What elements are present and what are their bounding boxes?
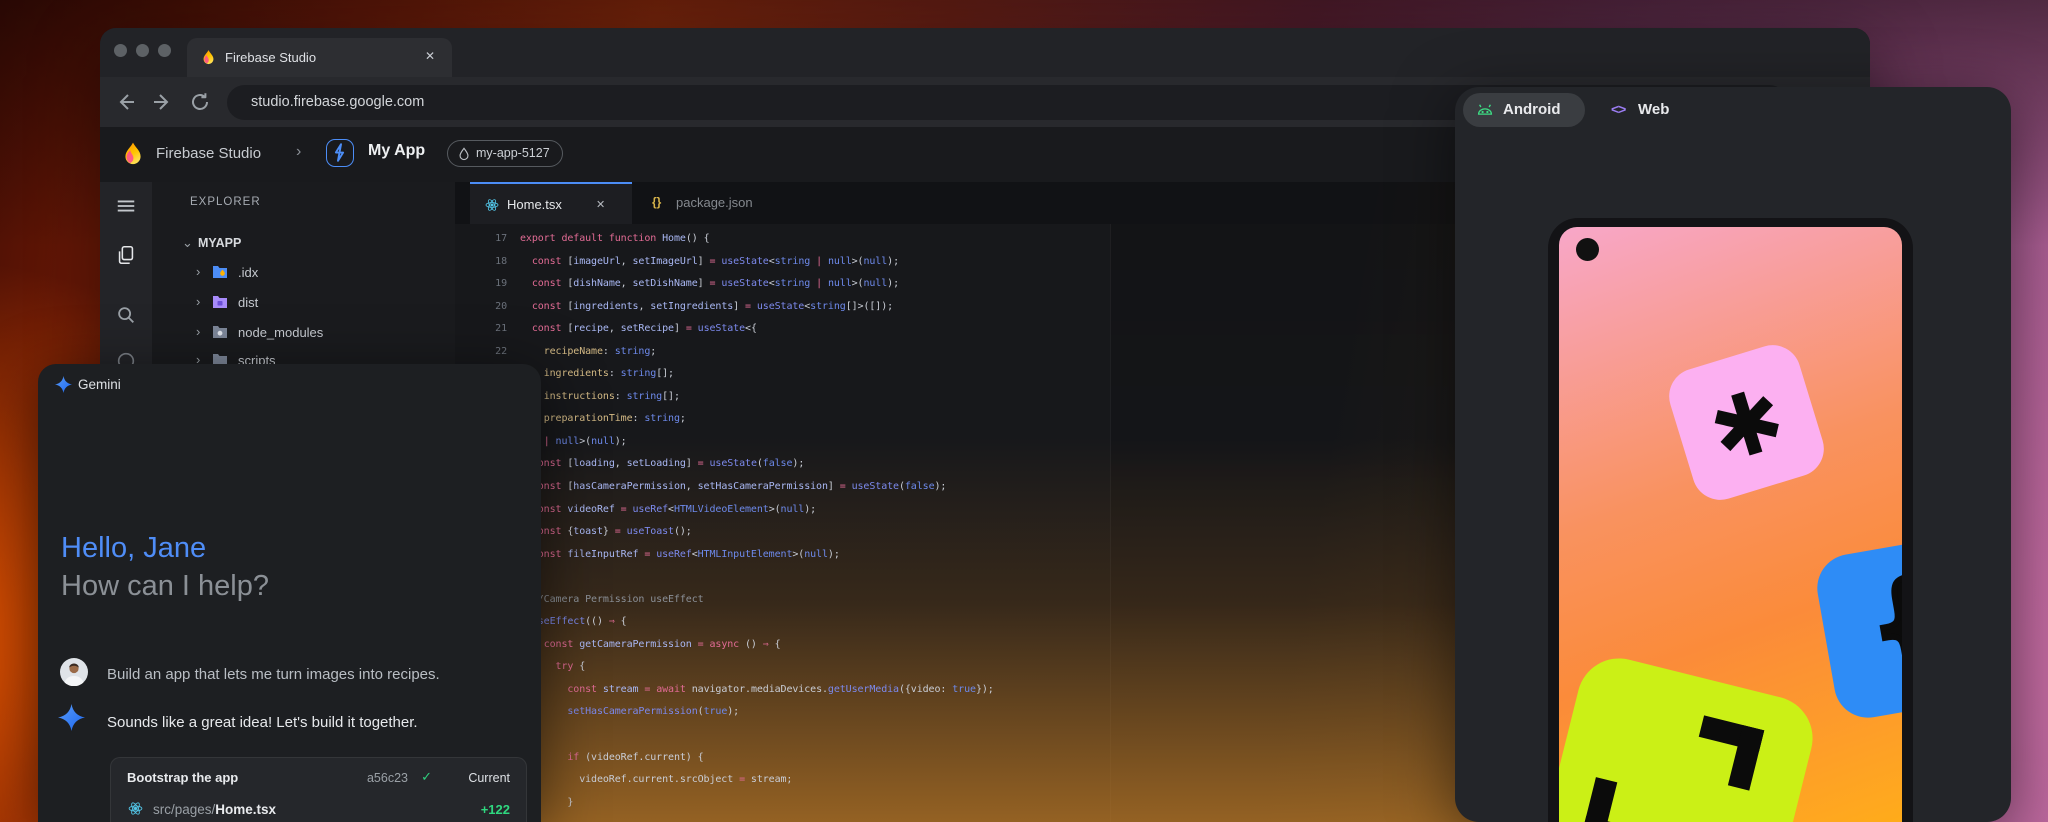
traffic-light-icon[interactable] (136, 44, 149, 57)
tab-label: Home.tsx (507, 197, 562, 212)
back-icon[interactable] (114, 90, 138, 114)
tree-item-label: dist (238, 295, 258, 310)
studio-brand[interactable]: Firebase Studio (156, 145, 261, 162)
asterisk-glyph: ✱ (1700, 374, 1794, 477)
chevron-right-icon: › (196, 264, 200, 279)
tab-home-tsx[interactable]: Home.tsx ✕ (470, 182, 632, 224)
menu-icon[interactable] (115, 195, 137, 217)
breadcrumb: › (296, 143, 301, 161)
brace-glyph: { (1864, 563, 1902, 685)
project-id: my-app-5127 (476, 146, 550, 160)
commit-hash: a56c23 (367, 771, 408, 785)
check-icon: ✓ (421, 769, 432, 785)
preview-panel: Android <> Web ✱ { (1455, 87, 2011, 822)
react-icon (127, 800, 144, 817)
camera-punch-hole (1576, 238, 1599, 261)
reload-icon[interactable] (188, 90, 212, 114)
bootstrap-card-title: Bootstrap the app (127, 770, 238, 785)
greeting-line1: Hello, Jane (61, 532, 206, 565)
chevron-right-icon: › (196, 324, 200, 339)
folder-dist-icon (212, 295, 228, 309)
user-message: Build an app that lets me turn images in… (107, 666, 440, 683)
pink-asterisk-tile: ✱ (1662, 338, 1831, 507)
phone-screen[interactable]: ✱ { (1559, 227, 1902, 822)
android-phone-frame: ✱ { (1548, 218, 1913, 822)
tree-root-myapp[interactable]: ⌄ MYAPP (152, 230, 455, 258)
url-text: studio.firebase.google.com (251, 94, 424, 110)
chevron-down-icon: ⌄ (182, 235, 193, 251)
screenshot-canvas: Firebase Studio ✕ studio.firebase.google… (0, 0, 2048, 822)
corner-bracket-icon (1581, 777, 1656, 822)
tab-close-icon[interactable]: ✕ (596, 198, 605, 211)
react-icon (484, 197, 500, 213)
browser-tab-title: Firebase Studio (225, 50, 316, 65)
browser-tab[interactable]: Firebase Studio ✕ (187, 38, 452, 77)
traffic-light-icon[interactable] (158, 44, 171, 57)
toggle-android[interactable]: Android (1463, 93, 1585, 127)
chevron-right-icon: › (196, 294, 200, 309)
bootstrap-card[interactable]: Bootstrap the app a56c23 ✓ Current src/p… (110, 757, 527, 822)
additions-count: +122 (481, 802, 510, 817)
forward-icon[interactable] (150, 90, 174, 114)
files-icon[interactable] (115, 244, 137, 266)
tree-item-node-modules[interactable]: › node_modules (152, 319, 455, 347)
tree-item-label: .idx (238, 265, 258, 280)
tab-close-icon[interactable]: ✕ (425, 49, 435, 63)
gemini-star-icon (58, 704, 85, 731)
tree-item-dist[interactable]: › dist (152, 289, 455, 317)
browser-tabstrip: Firebase Studio ✕ (100, 28, 1870, 77)
project-name[interactable]: My App (368, 142, 425, 160)
code-brackets-icon: <> (1611, 101, 1625, 117)
changed-file-path[interactable]: src/pages/Home.tsx (153, 802, 276, 817)
gemini-star-icon (55, 376, 72, 393)
folder-idx-icon (212, 265, 228, 279)
gemini-title: Gemini (78, 377, 121, 392)
greeting-line2: How can I help? (61, 570, 269, 603)
blue-brace-tile: { (1812, 532, 1902, 723)
tab-label: package.json (676, 195, 753, 210)
gemini-panel: Gemini Hello, Jane How can I help? Build… (38, 364, 541, 822)
explorer-title: EXPLORER (190, 196, 261, 208)
android-icon (1476, 102, 1494, 118)
green-brackets-tile (1559, 650, 1821, 822)
toggle-android-label: Android (1503, 101, 1561, 118)
traffic-light-icon[interactable] (114, 44, 127, 57)
corner-bracket-icon (1689, 715, 1764, 790)
prototyper-icon (326, 139, 354, 167)
search-icon[interactable] (115, 304, 137, 326)
toggle-web-label: Web (1638, 101, 1669, 118)
firebase-flame-icon (120, 141, 146, 167)
droplet-icon (457, 147, 471, 161)
toggle-web[interactable]: <> Web (1603, 93, 1693, 127)
tree-root-label: MYAPP (198, 236, 241, 250)
user-avatar (60, 658, 88, 686)
tree-item-label: node_modules (238, 325, 323, 340)
tree-item-idx[interactable]: › .idx (152, 259, 455, 287)
assistant-message: Sounds like a great idea! Let's build it… (107, 714, 418, 731)
firebase-flame-icon (200, 49, 217, 66)
folder-node-modules-icon (212, 325, 228, 339)
project-id-pill[interactable]: my-app-5127 (447, 140, 563, 167)
tab-package-json[interactable]: {} package.json (632, 182, 828, 224)
json-braces-icon: {} (652, 195, 661, 209)
status-badge: Current (468, 771, 510, 785)
